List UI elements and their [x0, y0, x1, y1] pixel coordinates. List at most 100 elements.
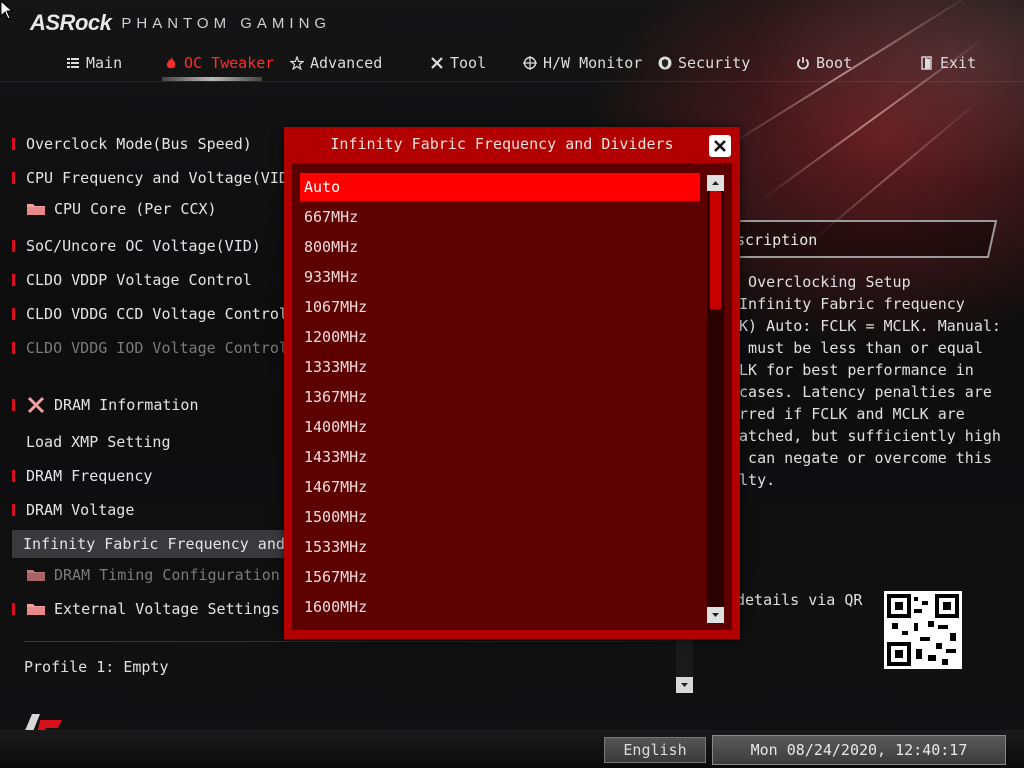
menu-marker [12, 138, 15, 150]
menu-item-cldo-vddp[interactable]: CLDO VDDP Voltage Control [12, 266, 252, 294]
tab-label: Tool [450, 54, 487, 72]
tools-icon [431, 57, 443, 69]
arrow-down-icon [712, 613, 719, 617]
tab-security[interactable]: Security [658, 50, 750, 76]
qr-label: details via QR [736, 591, 863, 609]
mouse-cursor-icon [0, 0, 14, 20]
tab-label: Advanced [310, 54, 383, 72]
menu-marker [12, 470, 15, 482]
option-item[interactable]: 1200MHz [300, 323, 700, 351]
menu-item-label: CPU Core (Per CCX) [54, 200, 217, 218]
datetime-display: Mon 08/24/2020, 12:40:17 [712, 735, 1006, 765]
menu-item-dram-timing[interactable]: DRAM Timing Configuration [12, 561, 280, 589]
menu-item-dram-voltage[interactable]: DRAM Voltage [12, 496, 134, 524]
folder-icon [27, 604, 45, 615]
menu-marker [12, 603, 15, 615]
close-icon [714, 140, 726, 152]
tab-label: Exit [940, 54, 977, 72]
menu-item-label: DRAM Voltage [26, 501, 135, 519]
menu-item-label: DRAM Frequency [26, 467, 153, 485]
folder-icon [27, 570, 45, 581]
top-nav: Main OC Tweaker Advanced Tool H/W Monito… [0, 50, 1024, 80]
menu-item-overclock-mode[interactable]: Overclock Mode(Bus Speed) [12, 130, 252, 158]
star-icon [290, 56, 304, 70]
shield-icon [658, 56, 672, 70]
menu-item-label: DRAM Timing Configuration [54, 566, 280, 584]
scroll-down-button[interactable] [676, 677, 693, 693]
menu-item-label: CPU Frequency and Voltage(VID) Ch [26, 169, 325, 187]
option-item[interactable]: 1067MHz [300, 293, 700, 321]
option-item[interactable]: 1467MHz [300, 473, 700, 501]
option-item[interactable]: 1600MHz [300, 593, 700, 621]
tab-exit[interactable]: Exit [920, 50, 976, 76]
menu-item-label: Load XMP Setting [26, 433, 171, 451]
option-item[interactable]: 1367MHz [300, 383, 700, 411]
crosshair-icon [523, 56, 537, 70]
tools-icon [27, 396, 45, 414]
language-button[interactable]: English [604, 737, 706, 763]
nav-divider [0, 81, 1024, 82]
menu-item-dram-frequency[interactable]: DRAM Frequency [12, 462, 152, 490]
menu-marker [12, 342, 15, 354]
dialog-title: Infinity Fabric Frequency and Dividers [330, 135, 674, 153]
folder-icon [27, 204, 45, 215]
option-item[interactable]: 1567MHz [300, 563, 700, 591]
menu-item-label: CLDO VDDG CCD Voltage Control [26, 305, 288, 323]
option-item[interactable]: 800MHz [300, 233, 700, 261]
option-item[interactable]: Auto [300, 173, 700, 201]
scroll-down-button[interactable] [707, 607, 724, 623]
menu-item-cldo-vddg-iod: CLDO VDDG IOD Voltage Control [12, 334, 288, 362]
scrollbar-thumb[interactable] [710, 191, 721, 309]
tab-main[interactable]: Main [66, 50, 122, 76]
flame-icon [166, 57, 176, 69]
tab-label: OC Tweaker [184, 54, 275, 72]
tab-tool[interactable]: Tool [430, 50, 486, 76]
menu-marker [12, 504, 15, 516]
option-item[interactable]: 1333MHz [300, 353, 700, 381]
exit-door-icon [921, 56, 932, 70]
tab-label: Main [86, 54, 123, 72]
arrow-up-icon [712, 181, 719, 185]
option-item[interactable]: 933MHz [300, 263, 700, 291]
dialog-scrollbar[interactable] [707, 175, 724, 623]
option-item[interactable]: 667MHz [300, 203, 700, 231]
tab-boot[interactable]: Boot [796, 50, 852, 76]
menu-item-dram-information[interactable]: DRAM Information [12, 391, 199, 419]
tab-label: Security [678, 54, 751, 72]
menu-item-label: External Voltage Settings a [54, 600, 298, 618]
menu-item-load-xmp[interactable]: Load XMP Setting [12, 428, 171, 456]
menu-marker [12, 240, 15, 252]
qr-code [884, 591, 962, 669]
description-text: ) Overclocking Setup Infinity Fabric fre… [730, 273, 1001, 489]
product-name: PHANTOM GAMING [121, 14, 332, 32]
menu-item-cpu-frequency-voltage[interactable]: CPU Frequency and Voltage(VID) Ch [12, 164, 324, 192]
tab-hw-monitor[interactable]: H/W Monitor [523, 50, 642, 76]
menu-item-soc-uncore-voltage[interactable]: SoC/Uncore OC Voltage(VID) [12, 232, 261, 260]
menu-marker [12, 399, 15, 411]
menu-item-label: Overclock Mode(Bus Speed) [26, 135, 252, 153]
menu-item-infinity-fabric[interactable]: Infinity Fabric Frequency and Di [12, 530, 312, 558]
power-icon [797, 57, 809, 70]
menu-item-label: SoC/Uncore OC Voltage(VID) [26, 237, 261, 255]
menu-item-cpu-core-per-ccx[interactable]: CPU Core (Per CCX) [12, 195, 217, 223]
brand-logo: ASRock PHANTOM GAMING [30, 10, 331, 36]
menu-item-label: CLDO VDDG IOD Voltage Control [26, 339, 288, 357]
option-item[interactable]: 1433MHz [300, 443, 700, 471]
menu-item-external-voltage[interactable]: External Voltage Settings a [12, 595, 298, 623]
tab-advanced[interactable]: Advanced [290, 50, 382, 76]
tab-oc-tweaker[interactable]: OC Tweaker [164, 50, 274, 76]
close-button[interactable] [709, 135, 731, 157]
tab-label: Boot [816, 54, 853, 72]
profile-status: Profile 1: Empty [24, 658, 169, 676]
list-icon [67, 58, 79, 68]
infinity-fabric-dialog: Infinity Fabric Frequency and Dividers A… [284, 127, 740, 639]
option-item[interactable]: 1500MHz [300, 503, 700, 531]
scroll-up-button[interactable] [707, 175, 724, 191]
option-item[interactable]: 1533MHz [300, 533, 700, 561]
description-title: scription [736, 231, 818, 249]
arrow-down-icon [681, 683, 688, 687]
divider [24, 641, 674, 642]
brand-name: ASRock [30, 10, 112, 35]
menu-item-cldo-vddg-ccd[interactable]: CLDO VDDG CCD Voltage Control [12, 300, 288, 328]
option-item[interactable]: 1400MHz [300, 413, 700, 441]
